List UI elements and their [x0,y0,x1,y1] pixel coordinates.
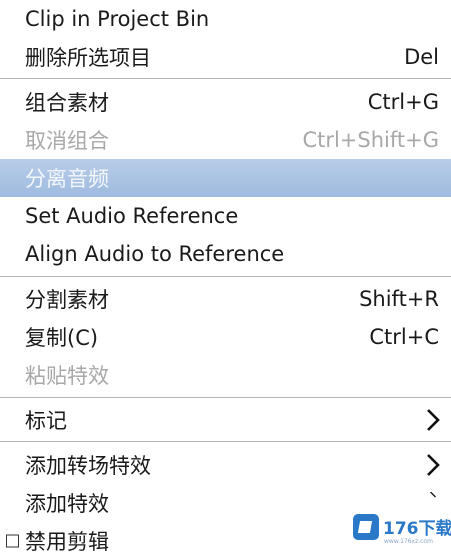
menu-item-split-clip[interactable]: 分割素材 Shift+R [0,280,451,318]
menu-separator [0,78,451,79]
site-logo-icon [353,514,379,540]
context-menu: Clip in Project Bin 删除所选项目 Del 组合素材 Ctrl… [0,0,451,558]
menu-item-label: 标记 [25,409,67,433]
menu-item-shortcut: Ctrl+G [367,90,439,114]
menu-item-label: Set Audio Reference [25,204,239,228]
menu-item-clip-in-project-bin[interactable]: Clip in Project Bin [0,0,451,38]
menu-item-label: Align Audio to Reference [25,242,285,266]
menu-item-align-audio-to-reference[interactable]: Align Audio to Reference [0,235,451,273]
menu-item-shortcut: Shift+R [359,287,439,311]
menu-item-detach-audio[interactable]: 分离音频 [0,159,451,197]
menu-item-marker[interactable]: 标记 [0,401,451,439]
site-watermark: 176下载网 www.176xz.com [353,510,451,550]
menu-item-ungroup: 取消组合 Ctrl+Shift+G [0,121,451,159]
menu-item-label: 分离音频 [25,167,109,191]
menu-item-add-transition[interactable]: 添加转场特效 [0,446,451,484]
menu-item-group-clips[interactable]: 组合素材 Ctrl+G [0,83,451,121]
menu-separator [0,441,451,442]
chevron-right-icon [430,492,436,498]
menu-item-label: 删除所选项目 [25,46,151,70]
menu-item-label: 添加特效 [25,492,109,516]
menu-item-copy[interactable]: 复制(C) Ctrl+C [0,318,451,356]
menu-item-shortcut: Del [404,45,439,69]
watermark-subtext: www.176xz.com [384,538,433,545]
menu-item-label: 分割素材 [25,288,109,312]
menu-item-shortcut: Ctrl+Shift+G [302,128,439,152]
chevron-right-icon [427,409,440,431]
menu-item-label: 添加转场特效 [25,454,151,478]
menu-item-set-audio-reference[interactable]: Set Audio Reference [0,197,451,235]
checkbox-icon[interactable] [6,534,19,548]
watermark-text: 176下载网 [383,519,451,539]
menu-item-delete-selected[interactable]: 删除所选项目 Del [0,38,451,76]
menu-item-paste-effects: 粘贴特效 [0,356,451,394]
menu-item-label: 取消组合 [25,129,109,153]
menu-item-label: 粘贴特效 [25,364,109,388]
menu-item-label: 复制(C) [25,326,99,350]
menu-item-label: 组合素材 [25,91,109,115]
menu-item-label: 禁用剪辑 [25,530,109,554]
menu-separator [0,276,451,277]
menu-separator [0,397,451,398]
menu-item-shortcut: Ctrl+C [369,325,439,349]
chevron-right-icon [427,454,440,476]
menu-item-label: Clip in Project Bin [25,7,210,31]
